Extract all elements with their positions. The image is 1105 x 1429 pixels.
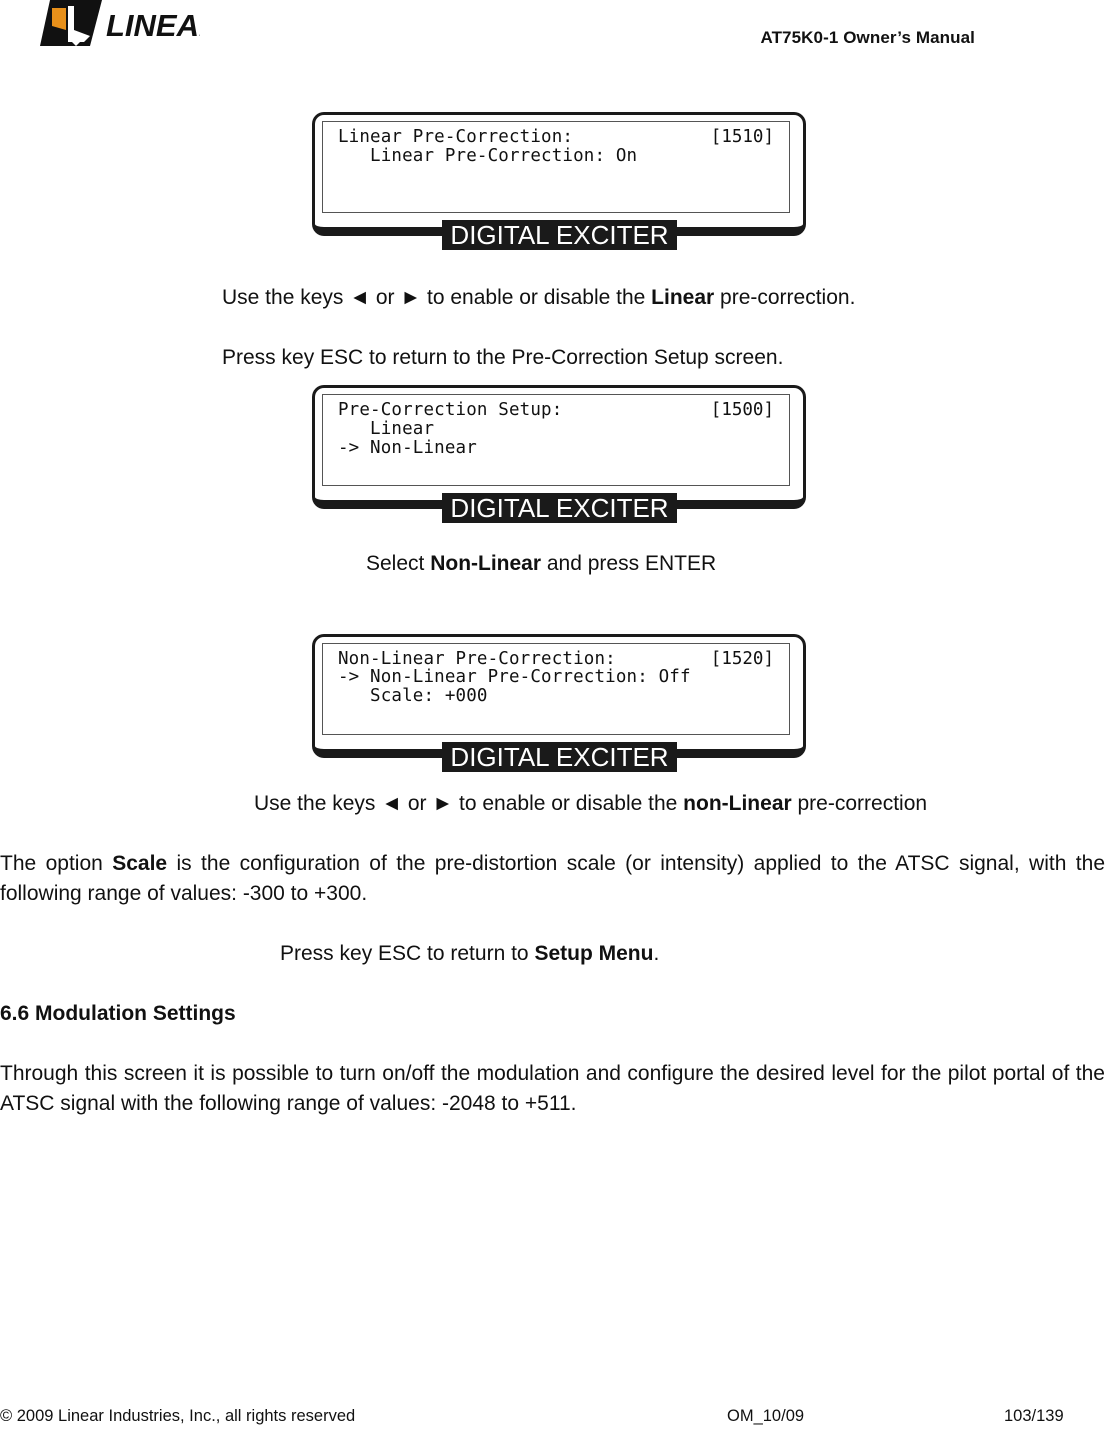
text: pre-correction (791, 792, 928, 815)
instruction-esc-precorrection: Press key ESC to return to the Pre-Corre… (222, 346, 784, 369)
scale-description: The option Scale is the configuration of… (0, 849, 1105, 909)
bold-text: Non-Linear (430, 552, 542, 575)
footer-doc-code: OM_10/09 (727, 1407, 805, 1425)
left-arrow-icon: ◄ (381, 792, 403, 815)
lcd-screen: Non-Linear Pre-Correction: [1520] -> Non… (322, 643, 790, 735)
lcd-panel-linear-precorrection: Linear Pre-Correction: [1510] Linear Pre… (312, 112, 806, 250)
linear-logo: LINEAR (40, 0, 222, 48)
text: Use the keys (254, 792, 382, 815)
lcd-line: Linear Pre-Correction: On (338, 146, 638, 166)
bold-text: Linear (651, 286, 715, 309)
text: and press ENTER (541, 552, 717, 575)
lcd-screen-code: [1500] (710, 400, 774, 420)
lcd-brand-label: DIGITAL EXCITER (442, 493, 677, 523)
lcd-brand-label: DIGITAL EXCITER (442, 742, 677, 772)
section-heading: 6.6 Modulation Settings (0, 1002, 236, 1025)
left-arrow-icon: ◄ (349, 286, 371, 309)
lcd-line-scale: Scale: +000 (338, 686, 488, 706)
lcd-screen: Linear Pre-Correction: [1510] Linear Pre… (322, 121, 790, 213)
instruction-non-linear-toggle: Use the keys ◄ or ► to enable or disable… (254, 789, 927, 819)
bold-text: Setup Menu (534, 942, 654, 965)
lcd-menu-item-linear: Linear (338, 419, 435, 439)
footer-copyright: © 2009 Linear Industries, Inc., all righ… (0, 1407, 356, 1425)
lcd-brand-label: DIGITAL EXCITER (442, 220, 677, 250)
text: pre-correction. (714, 286, 856, 309)
document-title: AT75K0-1 Owner’s Manual (760, 28, 975, 47)
text: Select (366, 552, 431, 575)
svg-text:LINEAR: LINEAR (106, 8, 200, 43)
instruction-select-non-linear: Select Non-Linear and press ENTER (366, 549, 716, 579)
text: Use the keys (222, 286, 350, 309)
lcd-title: Pre-Correction Setup: (338, 400, 563, 420)
lcd-title: Linear Pre-Correction: (338, 127, 574, 147)
text: The option (0, 852, 113, 875)
lcd-screen-code: [1520] (710, 649, 774, 669)
lcd-panel-precorrection-setup: Pre-Correction Setup: [1500] Linear -> N… (312, 385, 806, 523)
lcd-screen: Pre-Correction Setup: [1500] Linear -> N… (322, 394, 790, 486)
text: to enable or disable the (453, 792, 684, 815)
modulation-description: Through this screen it is possible to tu… (0, 1062, 1105, 1115)
bold-text: non-Linear (683, 792, 792, 815)
lcd-menu-item-non-linear-selected: -> Non-Linear (338, 438, 477, 458)
text: to enable or disable the (421, 286, 652, 309)
footer-page-number: 103/139 (1004, 1407, 1064, 1425)
lcd-screen-code: [1510] (710, 127, 774, 147)
lcd-panel-non-linear-precorrection: Non-Linear Pre-Correction: [1520] -> Non… (312, 634, 806, 772)
right-arrow-icon: ► (400, 286, 422, 309)
text: or (370, 286, 401, 309)
text: . (653, 942, 660, 965)
bold-text: Scale (112, 852, 168, 875)
linear-logo-icon: LINEAR (40, 0, 222, 46)
text: or (402, 792, 433, 815)
right-arrow-icon: ► (432, 792, 454, 815)
instruction-esc-setup-menu: Press key ESC to return to Setup Menu. (280, 939, 659, 969)
text: Press key ESC to return to (280, 942, 535, 965)
instruction-linear-toggle: Use the keys ◄ or ► to enable or disable… (222, 283, 855, 313)
lcd-line-non-linear-state: -> Non-Linear Pre-Correction: Off (338, 667, 691, 687)
